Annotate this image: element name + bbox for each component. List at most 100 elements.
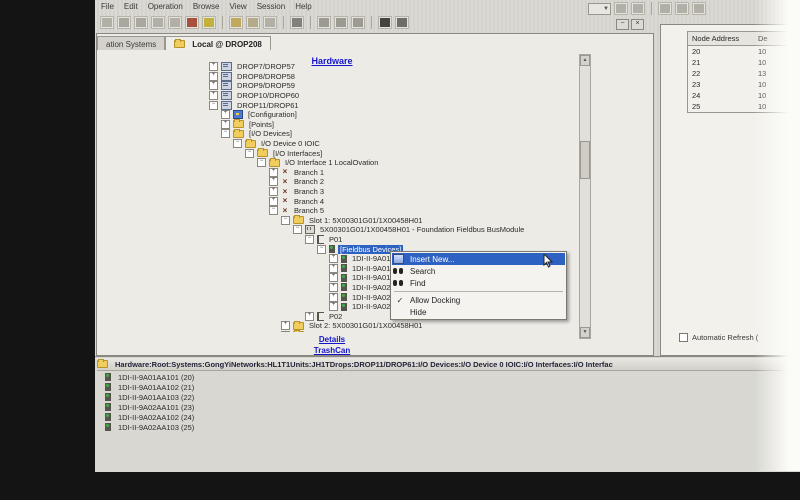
expand-toggle-icon[interactable]: + xyxy=(209,91,218,100)
tree-node-label[interactable]: DROP8/DROP58 xyxy=(235,72,297,81)
expand-toggle-icon[interactable]: − xyxy=(317,245,326,254)
tree-row[interactable]: + Slot 3: Empty xyxy=(99,331,577,332)
tree-node-label[interactable]: Branch 4 xyxy=(292,197,326,206)
expand-toggle-icon[interactable]: + xyxy=(329,293,338,302)
tree-row[interactable]: −P01 xyxy=(99,235,577,245)
expand-toggle-icon[interactable]: − xyxy=(269,206,278,215)
undo-icon[interactable] xyxy=(117,16,131,29)
tree-node-label[interactable]: DROP10/DROP60 xyxy=(235,91,301,100)
menu-item-view[interactable]: View xyxy=(230,2,247,11)
window-a-icon[interactable] xyxy=(658,2,672,15)
tree-row[interactable]: +×Branch 2 xyxy=(99,177,577,187)
list-item[interactable]: 1DI-II-9A01AA102 (21) xyxy=(105,382,194,392)
auto-refresh-checkbox[interactable] xyxy=(679,333,688,342)
expand-toggle-icon[interactable]: + xyxy=(209,62,218,71)
path-bar[interactable]: Hardware:Root:Systems:GongYiNetworks:HL1… xyxy=(97,358,797,371)
expand-toggle-icon[interactable]: + xyxy=(329,283,338,292)
find-binoculars-icon[interactable] xyxy=(378,16,392,29)
paste-special-icon[interactable] xyxy=(263,16,277,29)
tree-row[interactable]: −I/O Device 0 IOIC xyxy=(99,139,577,149)
tree-scrollbar[interactable]: ▲ ▼ xyxy=(579,54,591,339)
expand-toggle-icon[interactable]: + xyxy=(269,197,278,206)
tree-node-label[interactable]: Slot 2: 5X00301G01/1X00458H01 xyxy=(307,321,424,330)
tree-row[interactable]: +[Configuration] xyxy=(99,110,577,120)
scrollbar-thumb[interactable] xyxy=(580,141,590,179)
expand-toggle-icon[interactable]: + xyxy=(209,72,218,81)
scroll-down-icon[interactable]: ▼ xyxy=(580,327,590,338)
tree-node-label[interactable]: P02 xyxy=(327,312,344,321)
tree-row[interactable]: + DROP8/DROP58 xyxy=(99,72,577,82)
table-row[interactable]: 2410 xyxy=(688,90,800,101)
tree-node-label[interactable]: Slot 3: Empty xyxy=(307,331,356,332)
tree-row[interactable]: + DROP7/DROP57 xyxy=(99,62,577,72)
scroll-up-icon[interactable]: ▲ xyxy=(580,55,590,66)
list-item[interactable]: 1DI-II-9A02AA101 (23) xyxy=(105,402,194,412)
tree-node-label[interactable]: DROP7/DROP57 xyxy=(235,62,297,71)
tree-row[interactable]: − DROP11/DROP61 xyxy=(99,100,577,110)
table-row[interactable]: 2010 xyxy=(688,46,800,57)
details-link[interactable]: Details xyxy=(319,335,345,344)
expand-toggle-icon[interactable]: − xyxy=(281,216,290,225)
expand-toggle-icon[interactable]: + xyxy=(269,168,278,177)
table-row[interactable]: 2310 xyxy=(688,79,800,90)
tree-node-label[interactable]: DROP11/DROP61 xyxy=(235,101,301,110)
tree-node-label[interactable]: Branch 3 xyxy=(292,187,326,196)
expand-toggle-icon[interactable]: − xyxy=(257,158,266,167)
list-item[interactable]: 1DI-II-9A01AA103 (22) xyxy=(105,392,194,402)
expand-toggle-icon[interactable]: + xyxy=(269,187,278,196)
find-next-icon[interactable] xyxy=(395,16,409,29)
menu-item-operation[interactable]: Operation xyxy=(148,2,183,11)
expand-toggle-icon[interactable]: − xyxy=(293,225,302,234)
list-item[interactable]: 1DI-II-9A02AA102 (24) xyxy=(105,412,194,422)
tree-row[interactable]: − 5X00301G01/1X00458H01 - Foundation Fiel… xyxy=(99,225,577,235)
menu-item-session[interactable]: Session xyxy=(257,2,285,11)
tab-local-drop208[interactable]: Local @ DROP208 xyxy=(165,36,271,50)
expand-toggle-icon[interactable]: + xyxy=(281,331,290,332)
expand-toggle-icon[interactable]: − xyxy=(245,149,254,158)
tree-node-label[interactable]: 5X00301G01/1X00458H01 - Foundation Field… xyxy=(318,225,526,234)
tab-ation-systems[interactable]: ation Systems xyxy=(97,36,165,50)
table-row[interactable]: 2110 xyxy=(688,57,800,68)
tree-row[interactable]: +DROP9/DROP59 xyxy=(99,81,577,91)
expand-toggle-icon[interactable]: + xyxy=(281,321,290,330)
tree-row[interactable]: + [Points] xyxy=(99,120,577,130)
expand-toggle-icon[interactable]: − xyxy=(305,235,314,244)
cut-icon[interactable] xyxy=(134,16,148,29)
tree-row[interactable]: −[I/O Devices] xyxy=(99,129,577,139)
tree-node-label[interactable]: [Points] xyxy=(247,120,276,129)
window-b-icon[interactable] xyxy=(675,2,689,15)
select-icon[interactable] xyxy=(317,16,331,29)
table-row[interactable]: 2510 xyxy=(688,101,800,112)
menu-item-browse[interactable]: Browse xyxy=(193,2,220,11)
menu-item-insert-new-[interactable]: Insert New... xyxy=(392,253,565,265)
expand-toggle-icon[interactable]: + xyxy=(329,254,338,263)
tree-node-label[interactable]: I/O Interface 1 LocalOvation xyxy=(283,158,380,167)
menu-item-help[interactable]: Help xyxy=(295,2,311,11)
tree-node-label[interactable]: DROP9/DROP59 xyxy=(235,81,297,90)
copy-icon[interactable] xyxy=(151,16,165,29)
tree-row[interactable]: − Slot 1: 5X00301G01/1X00458H01 xyxy=(99,216,577,226)
tree-row[interactable]: + Slot 2: 5X00301G01/1X00458H01 xyxy=(99,321,577,331)
window-c-icon[interactable] xyxy=(692,2,706,15)
tile-windows-icon[interactable] xyxy=(614,2,628,15)
tree-node-label[interactable]: [I/O Devices] xyxy=(247,129,294,138)
load-icon[interactable] xyxy=(246,16,260,29)
zoom-combo[interactable]: ▼ xyxy=(588,3,611,15)
refresh-icon[interactable] xyxy=(351,16,365,29)
tree-node-label[interactable]: Slot 1: 5X00301G01/1X00458H01 xyxy=(307,216,424,225)
tree-row[interactable]: +×Branch 1 xyxy=(99,168,577,178)
image-icon[interactable] xyxy=(185,16,199,29)
open-folder-icon[interactable] xyxy=(229,16,243,29)
close-button[interactable]: × xyxy=(631,19,644,30)
expand-toggle-icon[interactable]: + xyxy=(329,302,338,311)
filter-icon[interactable] xyxy=(202,16,216,29)
menu-item-edit[interactable]: Edit xyxy=(124,2,138,11)
tree-node-label[interactable]: Branch 2 xyxy=(292,177,326,186)
tree-node-label[interactable]: I/O Device 0 IOIC xyxy=(259,139,322,148)
expand-toggle-icon[interactable]: − xyxy=(209,101,218,110)
menu-item-search[interactable]: Search xyxy=(392,265,565,277)
tree-row[interactable]: −×Branch 5 xyxy=(99,206,577,216)
expand-toggle-icon[interactable]: + xyxy=(221,120,230,129)
menu-item-find[interactable]: Find xyxy=(392,277,565,289)
expand-toggle-icon[interactable]: + xyxy=(329,273,338,282)
